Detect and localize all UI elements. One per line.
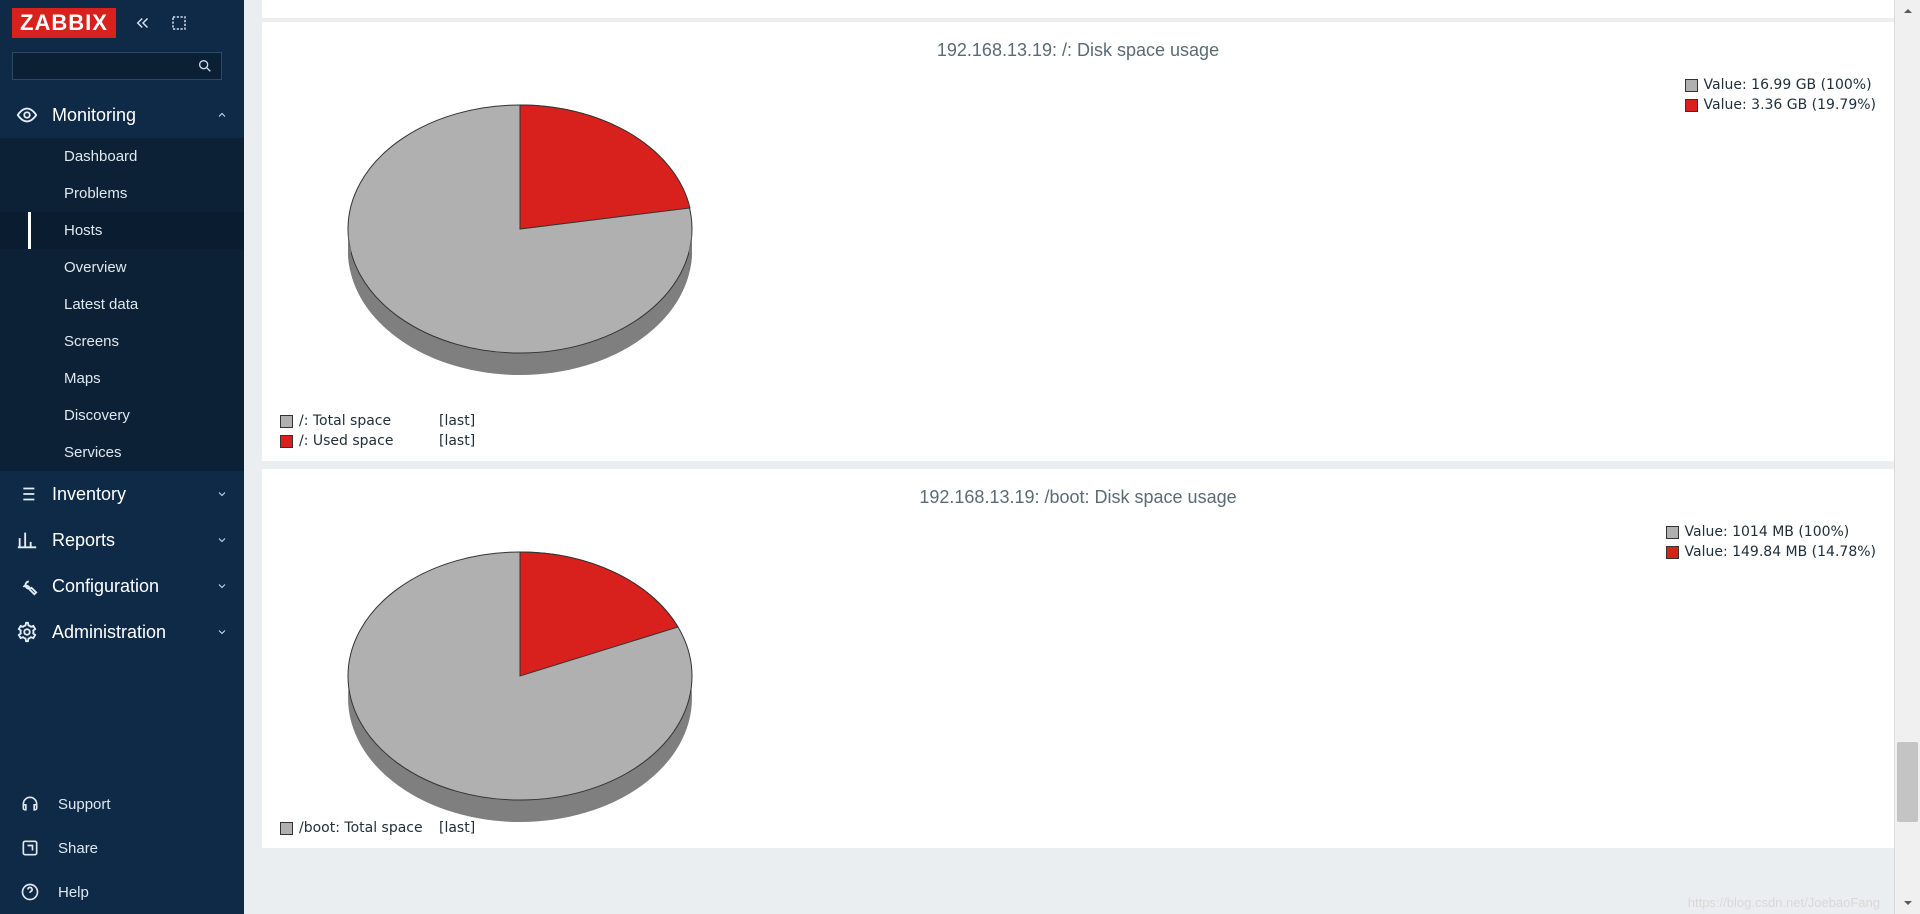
scroll-track[interactable] bbox=[1895, 22, 1920, 892]
fullscreen-icon[interactable] bbox=[170, 14, 188, 32]
search-wrap bbox=[0, 46, 244, 92]
nav-item-screens[interactable]: Screens bbox=[0, 323, 244, 360]
brand-logo[interactable]: ZABBIX bbox=[12, 8, 116, 38]
nav-section-label: Inventory bbox=[52, 484, 126, 505]
eye-icon bbox=[16, 104, 38, 126]
legend-swatch bbox=[280, 435, 293, 448]
collapse-icon[interactable] bbox=[134, 14, 152, 32]
footer-label: Help bbox=[58, 884, 89, 901]
watermark: https://blog.csdn.net/JoebaoFang bbox=[1688, 895, 1880, 910]
legend-item-name: /: Used space bbox=[299, 431, 439, 451]
value-legend: Value: 16.99 GB (100%) Value: 3.36 GB (1… bbox=[1685, 75, 1876, 115]
pie-chart bbox=[340, 530, 700, 830]
legend-item-agg: [last] bbox=[439, 411, 475, 431]
graph-panels: 192.168.13.19: /: Disk space usage Value… bbox=[244, 22, 1894, 848]
graph-title: 192.168.13.19: /boot: Disk space usage bbox=[280, 481, 1876, 518]
legend-swatch bbox=[1666, 546, 1679, 559]
nav-item-overview[interactable]: Overview bbox=[0, 249, 244, 286]
sidebar-header: ZABBIX bbox=[0, 0, 244, 46]
chevron-down-icon bbox=[216, 488, 228, 500]
gear-icon bbox=[16, 621, 38, 643]
nav-item-hosts[interactable]: Hosts bbox=[0, 212, 244, 249]
legend-swatch bbox=[280, 415, 293, 428]
value-legend: Value: 1014 MB (100%) Value: 149.84 MB (… bbox=[1666, 522, 1877, 562]
nav-item-problems[interactable]: Problems bbox=[0, 175, 244, 212]
chevron-down-icon bbox=[216, 534, 228, 546]
toolbar-strip bbox=[262, 0, 1894, 18]
legend-swatch bbox=[1666, 526, 1679, 539]
nav-section-monitoring[interactable]: Monitoring bbox=[0, 92, 244, 138]
legend-swatch bbox=[1685, 99, 1698, 112]
scroll-up-arrow[interactable] bbox=[1895, 0, 1920, 22]
bar-chart-icon bbox=[16, 529, 38, 551]
pie-chart bbox=[340, 83, 700, 383]
list-icon bbox=[16, 483, 38, 505]
nav-section-inventory[interactable]: Inventory bbox=[0, 471, 244, 517]
legend-item-agg: [last] bbox=[439, 431, 475, 451]
legend-swatch bbox=[280, 822, 293, 835]
scroll-down-arrow[interactable] bbox=[1895, 892, 1920, 914]
footer-support[interactable]: Support bbox=[0, 782, 244, 826]
graph-panel: 192.168.13.19: /boot: Disk space usage V… bbox=[262, 469, 1894, 848]
nav-section-administration[interactable]: Administration bbox=[0, 609, 244, 655]
nav-section-label: Reports bbox=[52, 530, 115, 551]
wrench-icon bbox=[16, 575, 38, 597]
search-input[interactable] bbox=[21, 59, 197, 74]
legend-value-text: Value: 149.84 MB (14.78%) bbox=[1685, 542, 1877, 562]
footer-label: Support bbox=[58, 796, 111, 813]
nav-section-label: Administration bbox=[52, 622, 166, 643]
scroll-thumb[interactable] bbox=[1897, 742, 1918, 822]
nav-section-label: Monitoring bbox=[52, 105, 136, 126]
nav-sub-monitoring: Dashboard Problems Hosts Overview Latest… bbox=[0, 138, 244, 471]
graph-panel: 192.168.13.19: /: Disk space usage Value… bbox=[262, 22, 1894, 461]
sidebar: ZABBIX Monitoring Dashboard Problems Hos… bbox=[0, 0, 244, 914]
search-icon[interactable] bbox=[197, 58, 213, 74]
nav-item-services[interactable]: Services bbox=[0, 434, 244, 471]
bottom-legend: /: Total space[last] /: Used space[last] bbox=[280, 411, 1876, 451]
nav: Monitoring Dashboard Problems Hosts Over… bbox=[0, 92, 244, 774]
main-content: 192.168.13.19: /: Disk space usage Value… bbox=[244, 0, 1894, 914]
sidebar-footer: Support Share Help bbox=[0, 774, 244, 914]
headset-icon bbox=[20, 794, 40, 814]
search-box[interactable] bbox=[12, 52, 222, 80]
legend-value-text: Value: 16.99 GB (100%) bbox=[1704, 75, 1872, 95]
question-icon bbox=[20, 882, 40, 902]
chevron-up-icon bbox=[216, 109, 228, 121]
nav-item-latest-data[interactable]: Latest data bbox=[0, 286, 244, 323]
nav-section-label: Configuration bbox=[52, 576, 159, 597]
legend-value-text: Value: 1014 MB (100%) bbox=[1685, 522, 1850, 542]
legend-swatch bbox=[1685, 79, 1698, 92]
nav-section-reports[interactable]: Reports bbox=[0, 517, 244, 563]
graph-title: 192.168.13.19: /: Disk space usage bbox=[280, 34, 1876, 71]
nav-item-discovery[interactable]: Discovery bbox=[0, 397, 244, 434]
footer-help[interactable]: Help bbox=[0, 870, 244, 914]
footer-share[interactable]: Share bbox=[0, 826, 244, 870]
vertical-scrollbar[interactable] bbox=[1894, 0, 1920, 914]
chevron-down-icon bbox=[216, 626, 228, 638]
footer-label: Share bbox=[58, 840, 98, 857]
chevron-down-icon bbox=[216, 580, 228, 592]
nav-section-configuration[interactable]: Configuration bbox=[0, 563, 244, 609]
legend-value-text: Value: 3.36 GB (19.79%) bbox=[1704, 95, 1876, 115]
nav-item-maps[interactable]: Maps bbox=[0, 360, 244, 397]
share-icon bbox=[20, 838, 40, 858]
nav-item-dashboard[interactable]: Dashboard bbox=[0, 138, 244, 175]
legend-item-name: /: Total space bbox=[299, 411, 439, 431]
